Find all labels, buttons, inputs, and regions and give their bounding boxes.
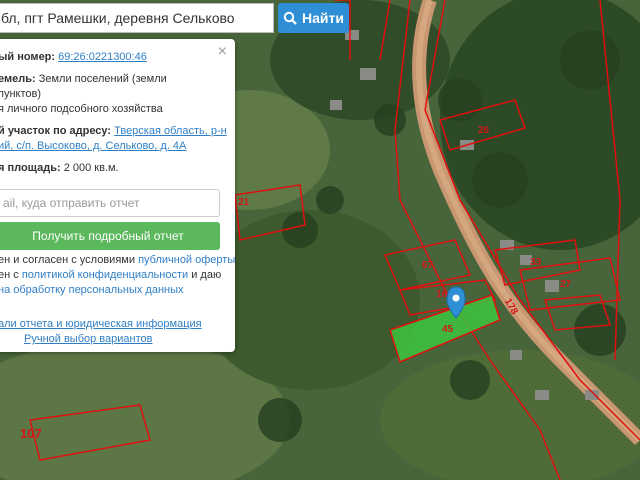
- category-label: емель:: [0, 73, 36, 85]
- manual-select-link[interactable]: Ручной выбор вариантов: [24, 333, 152, 345]
- plot-number: 33: [530, 257, 542, 268]
- details-row: али отчета и юридическая информация: [0, 317, 202, 332]
- search-button[interactable]: Найти: [278, 3, 349, 33]
- terms-line2: ен с политикой конфиденциальности и даю: [0, 268, 221, 283]
- terms-text: ен с: [0, 269, 19, 281]
- plot-number: 45: [442, 324, 454, 335]
- cadastral-number-link[interactable]: 69:26:0221300:46: [58, 51, 147, 63]
- privacy-policy-link[interactable]: политикой конфиденциальности: [22, 269, 188, 281]
- personal-data-link[interactable]: на обработку персональных данных: [0, 284, 184, 296]
- plot-number: 16: [436, 289, 448, 300]
- manual-row: Ручной выбор вариантов: [24, 332, 152, 347]
- get-report-button[interactable]: Получить подробный отчет: [0, 222, 220, 250]
- category-value-line2: пунктов): [0, 88, 42, 100]
- area-row: я площадь: 2 000 кв.м.: [0, 161, 119, 176]
- plot-number: 21: [238, 197, 250, 208]
- address-link[interactable]: Тверская область, р-н: [114, 125, 227, 137]
- plot-info-panel: × ый номер: 69:26:0221300:46 емель: Земл…: [0, 39, 235, 352]
- cadastral-label: ый номер:: [0, 51, 56, 63]
- public-offer-link[interactable]: публичной оферты: [138, 254, 235, 266]
- address-link-line2[interactable]: ий, с/п. Высоково, д. Сельково, д. 4А: [0, 140, 186, 152]
- search-button-label: Найти: [302, 10, 344, 26]
- plot-number: 27: [560, 279, 572, 290]
- area-value: 2 000 кв.м.: [63, 162, 119, 174]
- plot-number: 67: [422, 260, 434, 271]
- search-input[interactable]: бл, пгт Рамешки, деревня Сельково: [0, 3, 274, 33]
- cadastral-row: ый номер: 69:26:0221300:46: [0, 50, 147, 65]
- terms-text: ен и согласен с условиями: [0, 254, 135, 266]
- address-row2: ий, с/п. Высоково, д. Сельково, д. 4А: [0, 139, 186, 154]
- address-row: й участок по адресу: Тверская область, р…: [0, 124, 227, 139]
- report-details-link[interactable]: али отчета и юридическая информация: [0, 318, 202, 330]
- close-icon[interactable]: ×: [218, 43, 227, 61]
- category-value: Земли поселений (земли: [38, 73, 167, 85]
- terms-text: и даю: [191, 269, 222, 281]
- area-label: я площадь:: [0, 162, 61, 174]
- terms-line1: ен и согласен с условиями публичной офер…: [0, 253, 235, 268]
- usage-value: я личного подсобного хозяйства: [0, 103, 163, 115]
- email-field[interactable]: ail, куда отправить отчет: [0, 189, 220, 217]
- search-icon: [283, 11, 297, 25]
- terms-line3: на обработку персональных данных: [0, 283, 184, 298]
- address-label: й участок по адресу:: [0, 125, 112, 137]
- category-row: емель: Земли поселений (земли: [0, 72, 167, 87]
- plot-number: 26: [478, 125, 490, 136]
- plot-number: 107: [20, 426, 42, 441]
